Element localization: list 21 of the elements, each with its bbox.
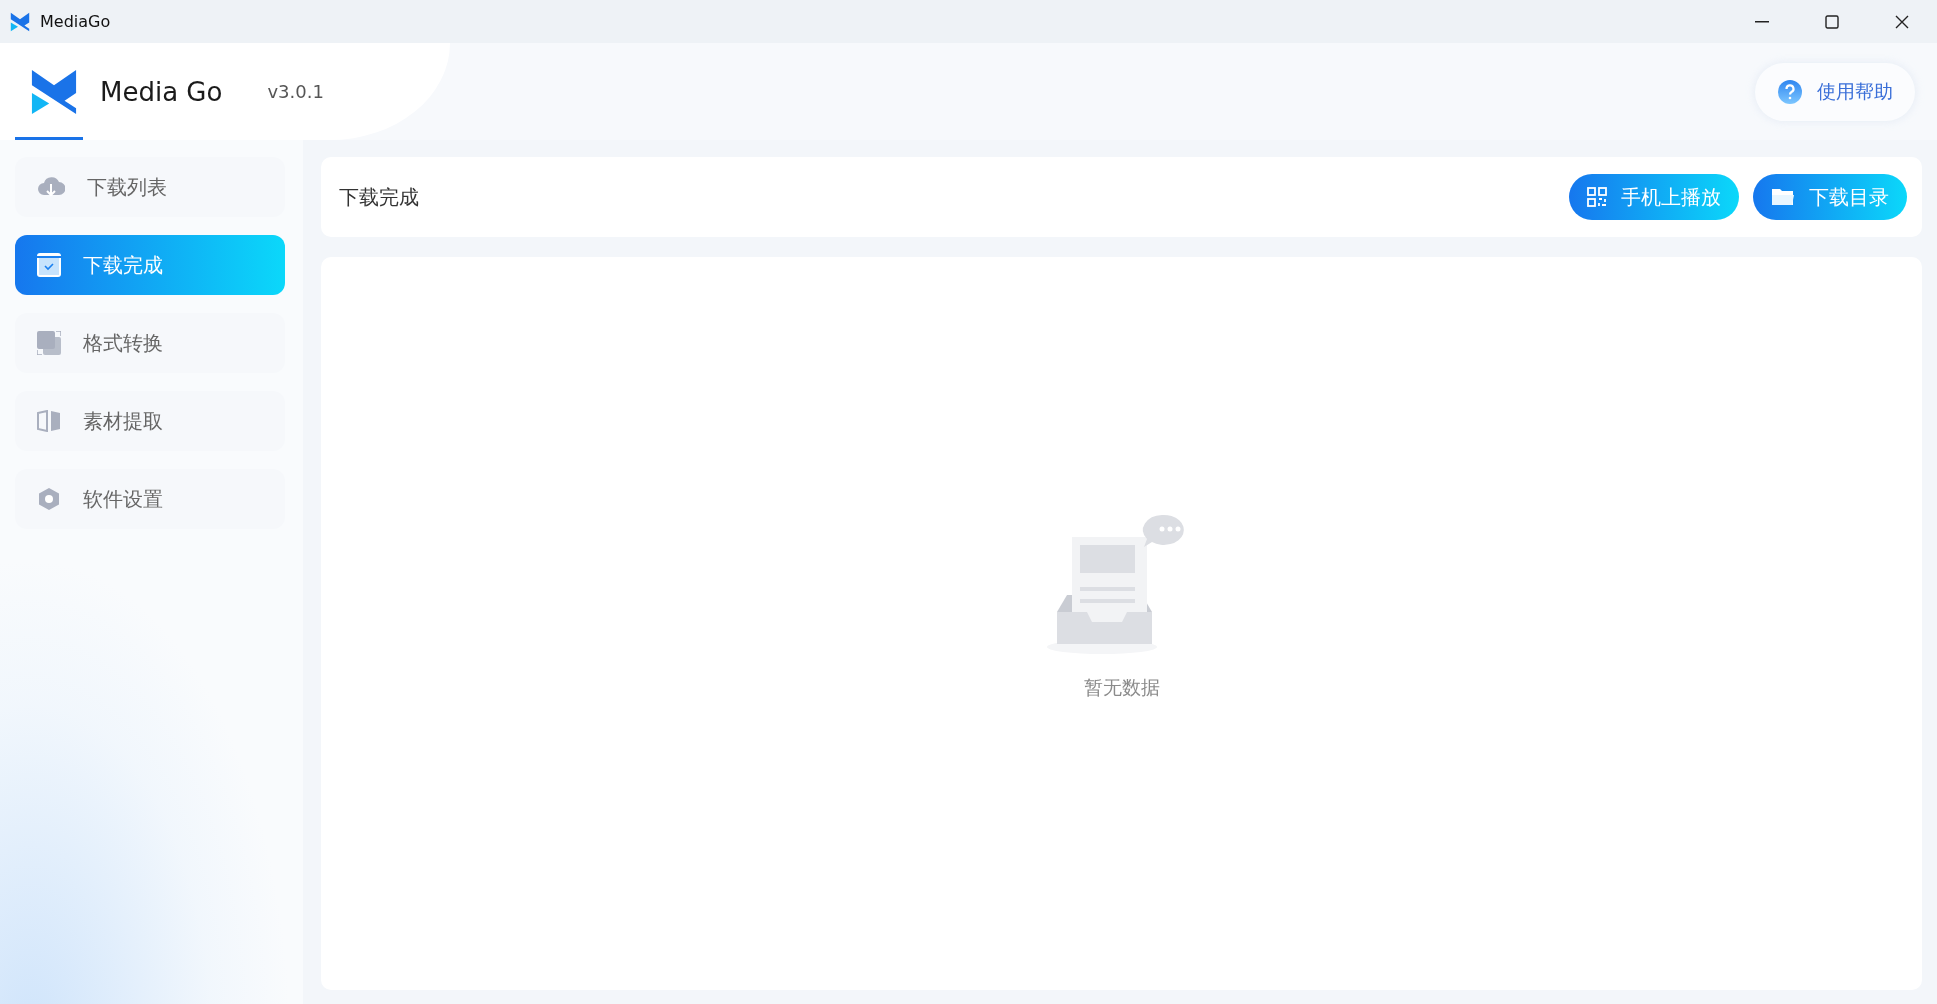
page-title: 下载完成 [339,183,419,211]
qr-code-icon [1587,187,1607,207]
minimize-icon[interactable] [1755,20,1769,23]
window-title: MediaGo [40,12,111,31]
cloud-download-icon [37,175,65,199]
sidebar-item[interactable]: 下载完成 [15,235,285,295]
logo-icon [30,67,78,116]
help-button[interactable]: 使用帮助 [1755,62,1915,121]
calendar-check-icon [37,253,61,277]
empty-message: 暂无数据 [1083,674,1160,700]
app-name: Media Go [100,76,223,107]
convert-icon [37,331,61,355]
hexagon-gear-icon [37,487,61,511]
help-icon [1777,78,1803,105]
maximize-icon[interactable] [1825,14,1839,29]
folder-icon [1771,187,1795,207]
version-label: v3.0.1 [267,81,324,102]
logo-underline [15,137,83,140]
book-icon [37,410,61,432]
close-icon[interactable] [1895,14,1909,29]
logo-icon [10,11,30,32]
